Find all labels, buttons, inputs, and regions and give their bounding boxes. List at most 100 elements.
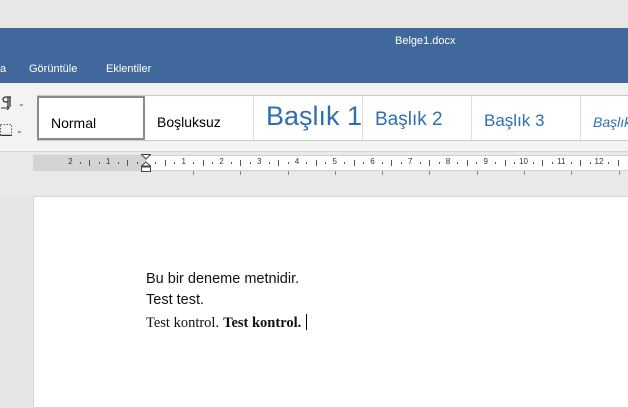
text-line-2[interactable]: Test test.	[146, 292, 204, 308]
ruler-tick	[164, 160, 166, 166]
ruler-tick	[466, 160, 468, 166]
ruler-tick	[363, 162, 365, 164]
document-title: Belge1.docx	[395, 35, 456, 47]
ruler-tick	[589, 162, 591, 164]
ruler-number: 3	[257, 157, 262, 166]
tab-stop-mark	[382, 171, 383, 175]
ruler-tick	[391, 160, 393, 166]
ruler-number: 12	[594, 157, 604, 166]
ruler-tick	[381, 162, 383, 164]
paragraph-marks-icon	[1, 96, 11, 111]
style-normal[interactable]: Normal	[37, 96, 145, 140]
style-heading-3[interactable]: Başlık 3	[472, 96, 581, 140]
top-strip	[0, 0, 628, 28]
ruler-number: 9	[483, 157, 488, 166]
ruler-number: 7	[408, 157, 413, 166]
ruler-tick	[429, 160, 431, 166]
ruler-tick	[193, 162, 195, 164]
menu-item-partial[interactable]: a	[0, 63, 6, 75]
chevron-down-icon: ⌄	[18, 99, 25, 108]
ruler-tick	[532, 162, 534, 164]
ruler-tick	[344, 162, 346, 164]
ruler-number: 2	[68, 157, 73, 166]
styles-gallery: Normal Boşluksuz Başlık 1 Başlık 2 Başlı…	[37, 95, 628, 141]
indent-marker-icon[interactable]	[141, 154, 151, 172]
ruler-number: 4	[294, 157, 300, 166]
ruler-number: 5	[332, 157, 337, 166]
text-line-3[interactable]: Test kontrol. Test kontrol.	[146, 314, 308, 332]
ruler-tick	[570, 162, 572, 164]
ruler-tick	[89, 160, 91, 166]
style-heading-2[interactable]: Başlık 2	[363, 96, 472, 140]
style-no-spacing[interactable]: Boşluksuz	[145, 96, 254, 140]
ruler-tick	[580, 160, 582, 166]
ruler-tick	[268, 162, 270, 164]
ruler-tick	[249, 162, 251, 164]
ruler-tick	[325, 162, 327, 164]
horizontal-ruler[interactable]: 2 1 1 2 3 4 5 6 7 8 9 10 11 12	[33, 154, 628, 175]
style-label: Normal	[51, 115, 97, 131]
ruler-tick	[608, 162, 610, 164]
borders-button[interactable]: ⌄	[0, 122, 23, 137]
style-heading-1[interactable]: Başlık 1	[254, 96, 363, 140]
tab-stop-mark	[429, 171, 430, 175]
text-plain: Test kontrol.	[146, 315, 220, 331]
ruler-tick	[79, 162, 81, 164]
tab-stop-mark	[240, 171, 241, 175]
ruler-tick	[457, 162, 459, 164]
menu-bar	[0, 56, 628, 83]
ruler-tick	[240, 160, 242, 166]
ruler-tick	[617, 160, 619, 166]
ruler-tick	[287, 162, 289, 164]
menu-item-view[interactable]: Görüntüle	[29, 63, 77, 75]
ruler-tick	[155, 162, 157, 164]
style-label: Boşluksuz	[157, 114, 221, 130]
ruler-tick	[495, 162, 497, 164]
document-page[interactable]	[33, 196, 628, 408]
text-bold: Test kontrol.	[223, 315, 302, 331]
ruler-tick	[476, 162, 478, 164]
ruler-tick	[230, 162, 232, 164]
style-label: Başlık 1	[266, 101, 363, 131]
ruler-tick	[504, 160, 506, 166]
ruler-number: 6	[370, 157, 375, 166]
chevron-down-icon: ⌄	[16, 126, 23, 135]
ruler-tick	[551, 162, 553, 164]
style-label: Başlık 3	[484, 111, 545, 130]
ruler-tick	[202, 160, 204, 166]
ruler-tick	[542, 160, 544, 166]
ruler-tick	[117, 162, 119, 164]
tab-stop-mark	[335, 171, 336, 175]
ruler-number: 2	[219, 157, 224, 166]
ruler-tick	[419, 162, 421, 164]
tab-stop-mark	[193, 171, 194, 175]
ruler-tick	[212, 162, 214, 164]
tab-stop-mark	[477, 171, 478, 175]
borders-icon	[0, 123, 12, 137]
tab-stop-mark	[288, 171, 289, 175]
ruler-tick	[315, 160, 317, 166]
menu-item-extensions[interactable]: Eklentiler	[106, 63, 151, 75]
tab-stop-mark	[619, 171, 620, 175]
ruler-number: 8	[445, 157, 451, 166]
ruler-number: 1	[181, 157, 186, 166]
ruler-tick	[400, 162, 402, 164]
ruler-tick	[278, 160, 280, 166]
ruler-tick	[306, 162, 308, 164]
paragraph-marks-button[interactable]: ⌄	[0, 95, 25, 111]
style-label: Başlık 2	[375, 109, 443, 130]
style-heading-4-partial[interactable]: Başlık	[581, 96, 628, 140]
tab-stop-mark	[524, 171, 525, 175]
text-line-1[interactable]: Bu bir deneme metnidir.	[146, 271, 299, 287]
ruler-tick	[127, 160, 129, 166]
style-label: Başlık	[593, 114, 628, 130]
ruler-tick	[353, 160, 355, 166]
ruler-tick	[174, 162, 176, 164]
tab-stop-mark	[571, 171, 572, 175]
text-cursor	[306, 314, 308, 330]
ruler-tick	[98, 162, 100, 164]
ruler-number: 10	[519, 157, 528, 166]
ruler-number: 11	[557, 157, 566, 166]
ruler-tick	[438, 162, 440, 164]
ruler-tick	[514, 162, 516, 164]
